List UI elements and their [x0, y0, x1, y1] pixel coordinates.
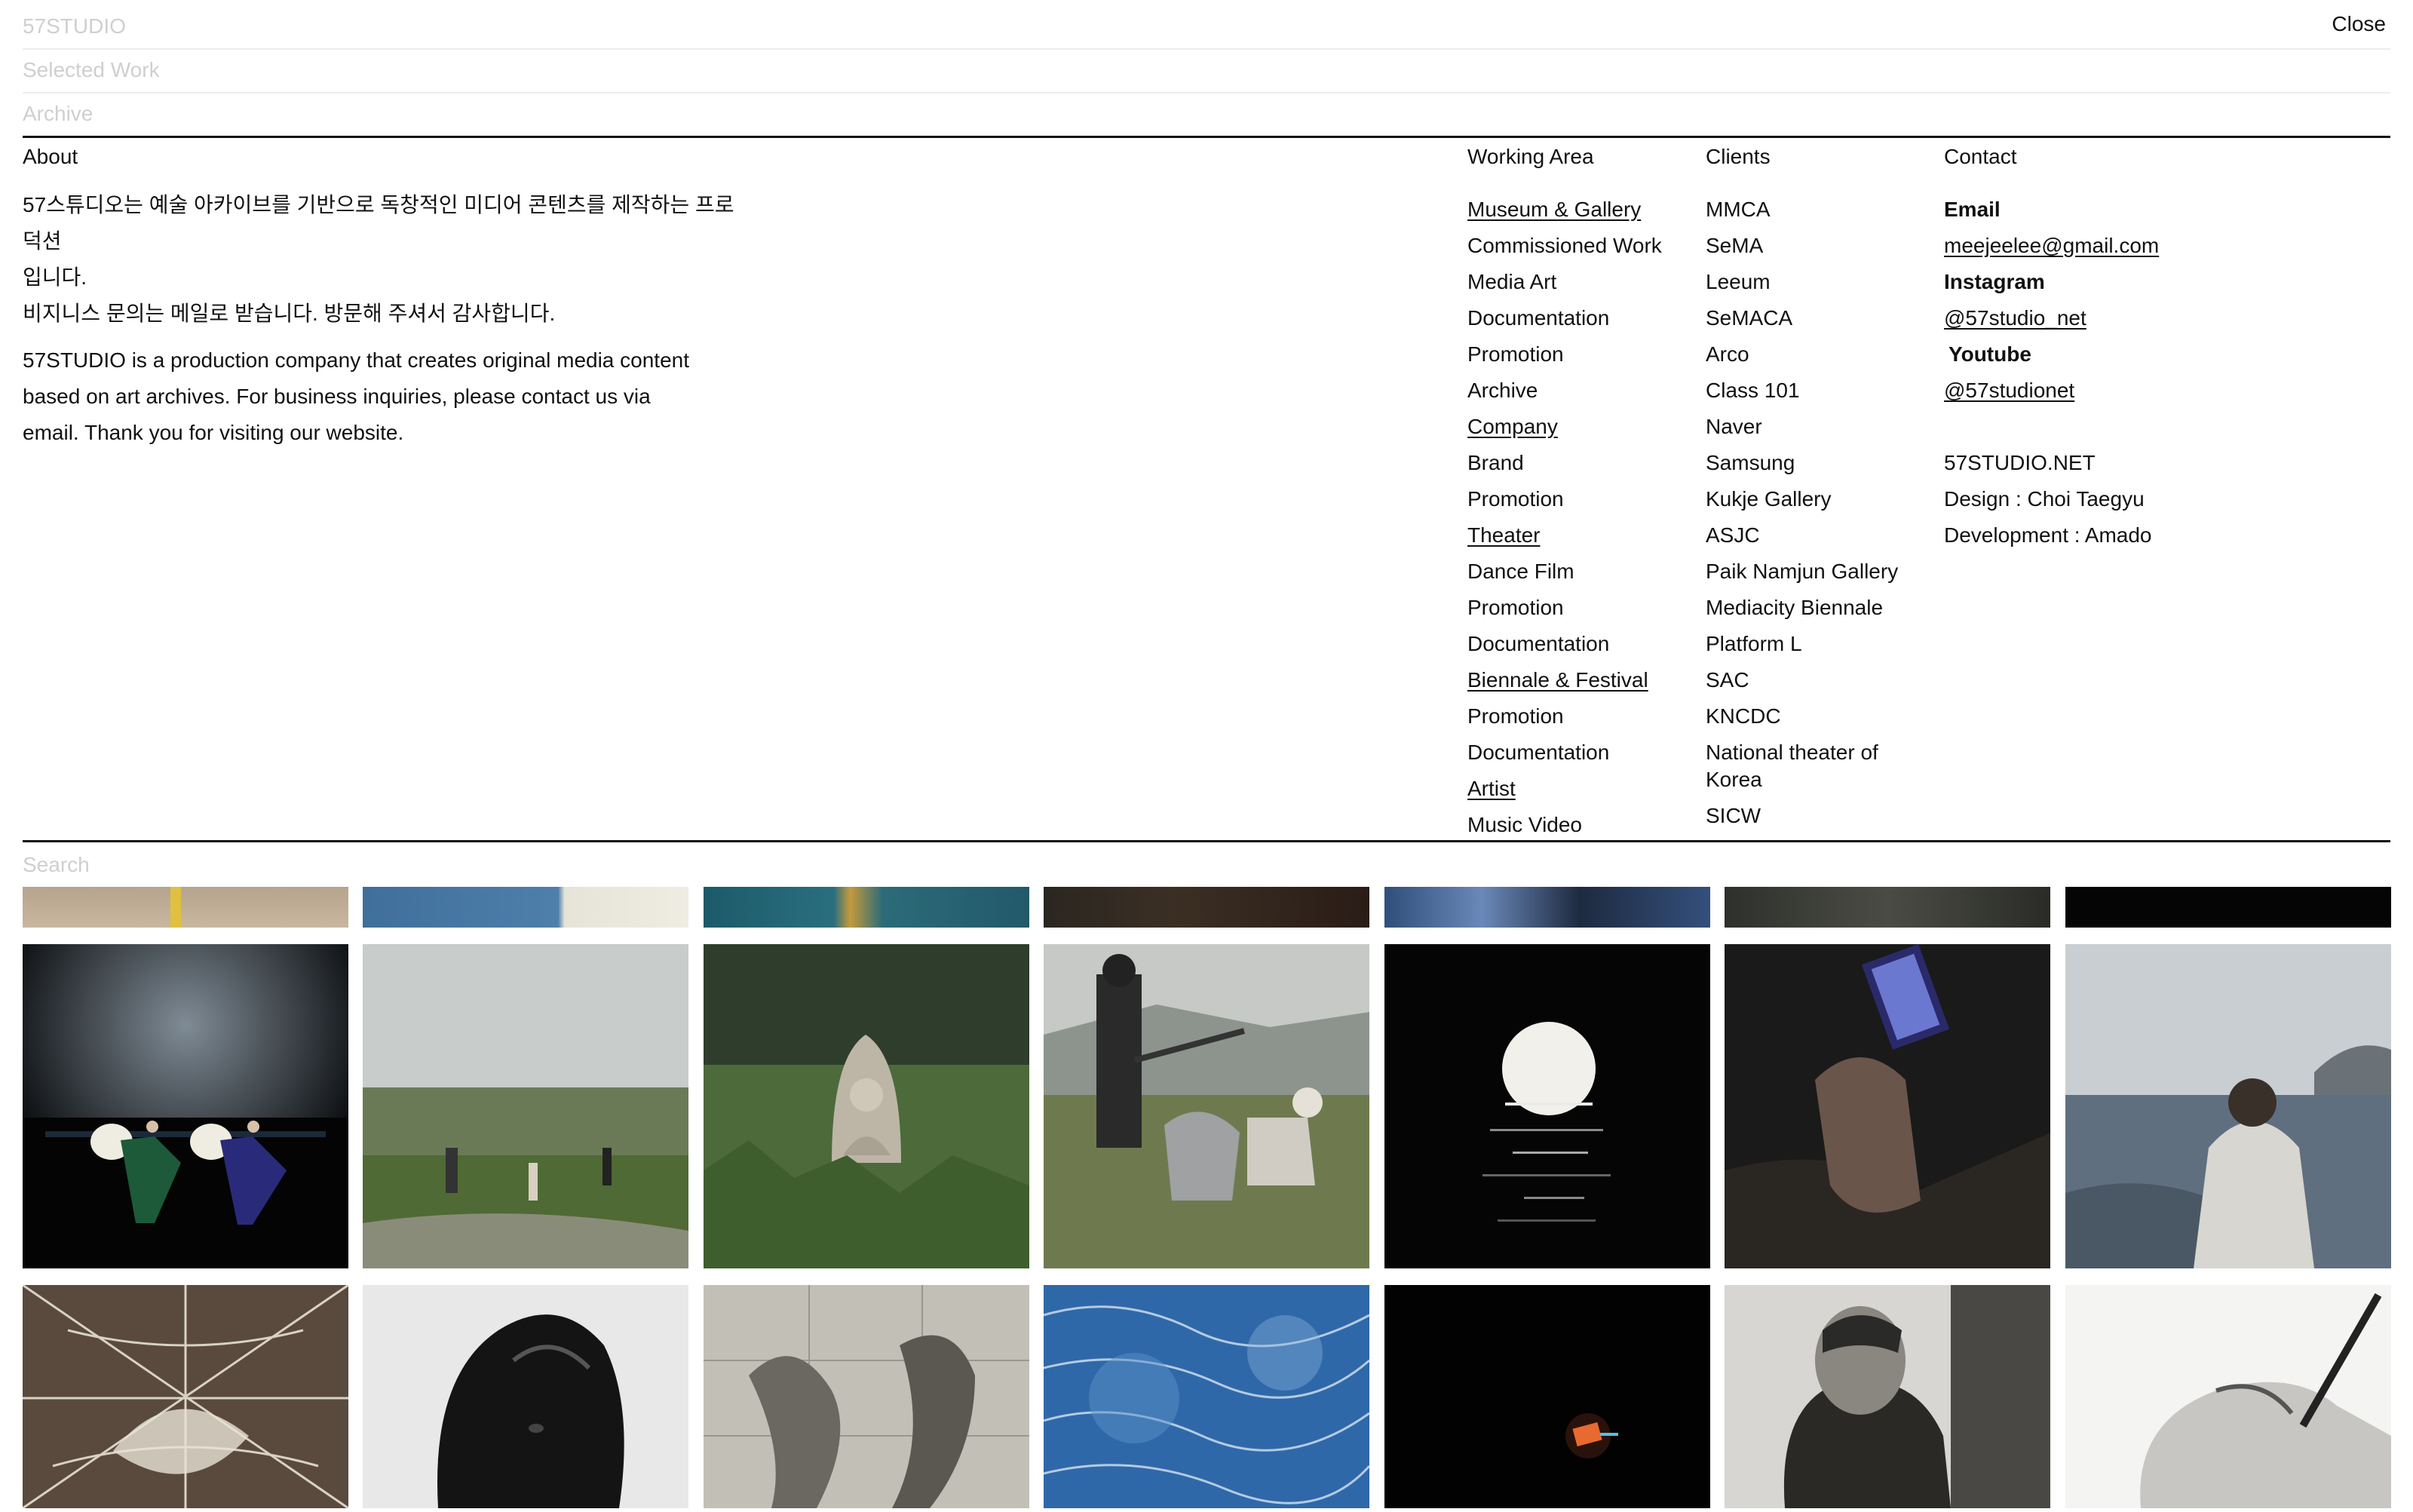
about-en-line-2: based on art archives. For business inqu… — [23, 385, 651, 408]
thumb-figure-drawing[interactable] — [704, 1285, 1029, 1508]
thumb-blue-wall-top[interactable] — [363, 887, 688, 928]
about-text-english: 57STUDIO is a production company that cr… — [23, 342, 747, 451]
development-credit: Development : Amado — [1944, 523, 2152, 547]
working-area-item[interactable]: Promotion — [1467, 590, 1662, 626]
clients-title: Clients — [1706, 145, 1771, 168]
contact-title: Contact — [1944, 145, 2017, 168]
client-item: Class 101 — [1706, 379, 1800, 402]
working-area-item[interactable]: Archive — [1467, 373, 1662, 409]
design-credit: Design : Choi Taegyu — [1944, 487, 2145, 511]
email-label: Email — [1944, 198, 2001, 221]
instagram-label: Instagram — [1944, 270, 2045, 293]
thumb-man-sea[interactable] — [2065, 944, 2391, 1268]
thumb-blue-figure-top[interactable] — [1384, 887, 1710, 928]
thumb-teal-top[interactable] — [704, 887, 1029, 928]
working-area-item[interactable]: Documentation — [1467, 626, 1662, 662]
client-item: KNCDC — [1706, 704, 1781, 728]
thumb-butterfly-web[interactable] — [22, 1284, 349, 1510]
about-en-line-1: 57STUDIO is a production company that cr… — [23, 348, 690, 372]
search-input[interactable]: Search — [23, 840, 2390, 888]
thumb-glowing-object[interactable] — [1384, 1285, 1710, 1508]
working-area-category[interactable]: Artist — [1467, 771, 1662, 807]
site-name: 57STUDIO.NET — [1944, 451, 2096, 474]
working-area-category[interactable]: Company — [1467, 409, 1662, 445]
thumb-phone-hand[interactable] — [1725, 943, 2050, 1268]
client-item: MMCA — [1706, 198, 1771, 221]
client-item: Mediacity Biennale — [1706, 596, 1884, 619]
working-area-item[interactable]: Commissioned Work — [1467, 228, 1662, 264]
about-en-line-3: email. Thank you for visiting our websit… — [23, 421, 404, 444]
nav-selected-work-row: Selected Work — [23, 48, 2390, 94]
thumb-dark-interior-top[interactable] — [1044, 887, 1369, 928]
working-area-title: Working Area — [1467, 145, 1594, 168]
about-ko-line-3: 비지니스 문의는 메일로 받습니다. 방문해 주셔서 감사합니다. — [23, 302, 556, 325]
client-item: Paik Namjun Gallery — [1706, 560, 1899, 583]
thumb-blue-texture[interactable] — [1043, 1285, 1371, 1508]
nav-archive-row: Archive — [23, 92, 2390, 138]
thumb-black-top[interactable] — [2065, 887, 2391, 928]
thumb-black-sculpture[interactable] — [363, 1285, 688, 1508]
client-item: Arco — [1706, 342, 1749, 366]
thumb-frame-top[interactable] — [1725, 887, 2050, 928]
working-area-item[interactable]: Brand — [1467, 445, 1662, 481]
client-item: National theater of Korea — [1706, 741, 1878, 791]
working-area-item[interactable]: Promotion — [1467, 481, 1662, 517]
thumb-field-filming[interactable] — [363, 944, 688, 1268]
nav-brand-row: 57STUDIO — [23, 5, 2390, 50]
working-area-item[interactable]: Media Art — [1467, 264, 1662, 300]
client-item: Leeum — [1706, 270, 1771, 293]
contact-list: Email meejeelee@gmail.com Instagram @57s… — [1944, 192, 2159, 554]
clients-list: MMCA SeMA Leeum SeMACA Arco Class 101 Naver Sam… — [1706, 192, 1932, 834]
working-area-item[interactable]: Promotion — [1467, 698, 1662, 735]
client-item: SeMA — [1706, 234, 1764, 257]
client-item: SICW — [1706, 804, 1761, 827]
thumb-artist-portrait[interactable] — [1725, 1285, 2050, 1508]
youtube-label: Youtube — [1948, 342, 2031, 366]
instagram-link[interactable]: @57studio_net — [1944, 300, 2159, 336]
client-item: SeMACA — [1706, 306, 1793, 330]
about-title: About — [23, 145, 78, 168]
thumb-stone-buddha[interactable] — [704, 944, 1029, 1268]
working-area-item[interactable]: Music Video — [1467, 807, 1662, 843]
thumb-moon-water[interactable] — [1384, 944, 1710, 1268]
thumb-road-top[interactable] — [23, 887, 348, 928]
client-item: Naver — [1706, 415, 1762, 438]
working-area-list: Museum & Gallery Commissioned Work Media A… — [1467, 192, 1662, 843]
client-item: ASJC — [1706, 523, 1760, 547]
working-area-item[interactable]: Dance Film — [1467, 554, 1662, 590]
client-item: SAC — [1706, 668, 1749, 692]
thumb-hand-pen[interactable] — [2065, 1285, 2391, 1508]
client-item: Kukje Gallery — [1706, 487, 1832, 511]
working-area-item[interactable]: Promotion — [1467, 336, 1662, 373]
email-link[interactable]: meejeelee@gmail.com — [1944, 228, 2159, 264]
working-area-item[interactable]: Documentation — [1467, 735, 1662, 771]
client-item: Samsung — [1706, 451, 1795, 474]
road-marking — [170, 887, 181, 928]
working-area-category[interactable]: Biennale & Festival — [1467, 662, 1662, 698]
thumb-stage-performance[interactable] — [23, 944, 348, 1268]
archive-link[interactable]: Archive — [23, 92, 93, 136]
about-ko-line-1: 57스튜디오는 예술 아카이브를 기반으로 독창적인 미디어 콘텐츠를 제작하는… — [23, 193, 734, 253]
working-area-item[interactable]: Documentation — [1467, 300, 1662, 336]
brand-link[interactable]: 57STUDIO — [23, 5, 126, 48]
working-area-category[interactable]: Museum & Gallery — [1467, 192, 1662, 228]
about-text-korean: 57스튜디오는 예술 아카이브를 기반으로 독창적인 미디어 콘텐츠를 제작하는… — [23, 187, 747, 332]
working-area-category[interactable]: Theater — [1467, 517, 1662, 554]
about-ko-line-2: 입니다. — [23, 265, 87, 289]
close-button[interactable]: Close — [2332, 11, 2386, 38]
selected-work-link[interactable]: Selected Work — [23, 48, 160, 92]
client-item: Platform L — [1706, 632, 1802, 655]
thumb-film-crew[interactable] — [1044, 944, 1369, 1268]
youtube-link[interactable]: @57studionet — [1944, 373, 2159, 409]
